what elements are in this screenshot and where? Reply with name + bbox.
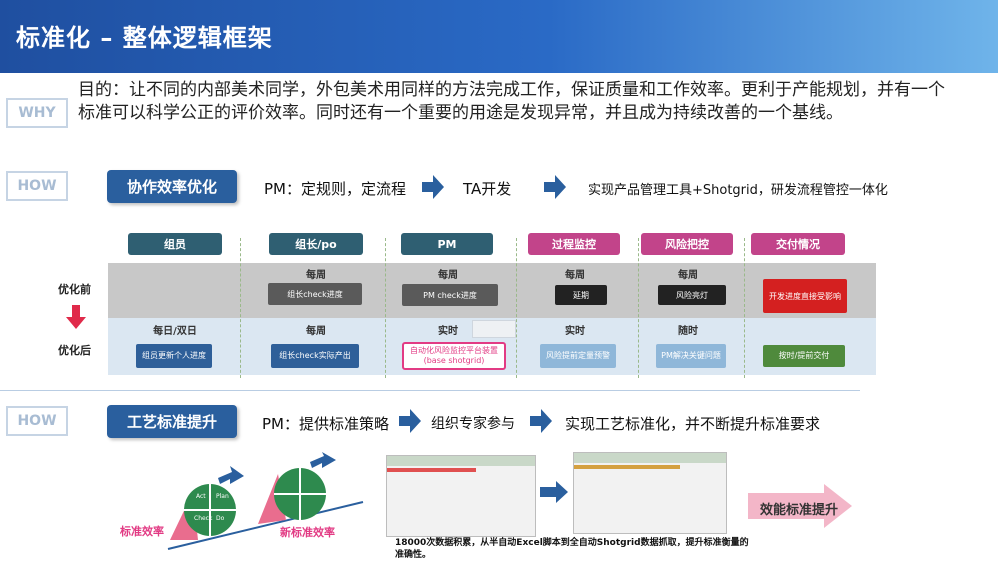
how1-step-1: PM：定规则，定流程 <box>264 180 406 198</box>
after-freq-lead: 每周 <box>306 326 326 337</box>
column-divider <box>744 238 745 378</box>
after-freq-pm: 实时 <box>438 326 458 337</box>
why-text: 目的：让不同的内部美术同学，外包美术用同样的方法完成工作，保证质量和工作效率。更… <box>78 80 945 123</box>
old-standard-label: 标准效率 <box>120 525 164 538</box>
how2-step-1: PM：提供标准策略 <box>262 415 389 433</box>
arrow-right-icon <box>399 409 421 433</box>
before-freq-risk: 每周 <box>678 270 698 281</box>
arrow-right-icon <box>544 175 566 199</box>
after-freq-risk: 随时 <box>678 326 698 337</box>
after-label: 优化后 <box>58 344 91 357</box>
arrow-right-icon <box>530 409 552 433</box>
shotgrid-screenshot <box>573 452 727 534</box>
page-title: 标准化 – 整体逻辑框架 <box>16 24 273 52</box>
how-tag-1: HOW <box>6 171 68 201</box>
header-delivery: 交付情况 <box>751 233 845 255</box>
arrow-down-icon <box>66 305 86 329</box>
header-member: 组员 <box>128 233 222 255</box>
before-freq-pm: 每周 <box>438 270 458 281</box>
before-pm-check: PM check进度 <box>402 284 498 306</box>
before-risk-light: 风险亮灯 <box>658 285 726 305</box>
inset-thumbnail <box>472 320 516 338</box>
before-delay: 延期 <box>555 285 607 305</box>
column-divider <box>240 238 241 378</box>
after-freq-member: 每日/双日 <box>153 326 197 337</box>
column-divider <box>385 238 386 378</box>
pdca-do: Do <box>216 515 225 522</box>
excel-screenshot <box>386 455 536 537</box>
pdca-plan: Plan <box>216 493 229 500</box>
how2-step-3: 实现工艺标准化，并不断提升标准要求 <box>565 415 821 433</box>
column-divider <box>516 238 517 378</box>
section-divider <box>0 390 860 391</box>
column-divider <box>638 238 639 378</box>
arrow-right-icon <box>540 481 568 503</box>
data-note: 18000次数据积累，从半自动Excel脚本到全自动Shotgrid数据抓取，提… <box>395 538 749 560</box>
after-lead-check: 组长check实际产出 <box>271 344 359 368</box>
after-risk-warning: 风险提前定量预警 <box>540 344 616 368</box>
how1-step-2: TA开发 <box>463 180 512 198</box>
before-lead-check: 组长check进度 <box>268 283 362 305</box>
before-freq-lead: 每周 <box>306 270 326 281</box>
how-tag-2: HOW <box>6 406 68 436</box>
after-pm-solve: PM解决关键问题 <box>656 344 726 368</box>
title-bar: 标准化 – 整体逻辑框架 <box>0 0 998 73</box>
pdca-check: Check <box>194 515 213 522</box>
header-risk-control: 风险把控 <box>641 233 733 255</box>
arrow-right-icon <box>422 175 444 199</box>
result-label: 效能标准提升 <box>760 503 839 518</box>
collab-efficiency-button[interactable]: 协作效率优化 <box>107 170 237 203</box>
pdca-act: Act <box>196 493 206 500</box>
header-pm: PM <box>401 233 493 255</box>
after-on-time-delivery: 按时/提前交付 <box>763 345 845 367</box>
why-tag: WHY <box>6 98 68 128</box>
how1-step-3: 实现产品管理工具+Shotgrid，研发流程管控一体化 <box>588 183 888 198</box>
header-lead: 组长/po <box>269 233 363 255</box>
before-freq-monitor: 每周 <box>565 270 585 281</box>
after-pm-platform: 自动化风险监控平台装置(base shotgrid) <box>402 342 506 370</box>
craft-standard-button[interactable]: 工艺标准提升 <box>107 405 237 438</box>
after-freq-monitor: 实时 <box>565 326 585 337</box>
header-process-monitor: 过程监控 <box>528 233 620 255</box>
before-delivery-impact: 开发进度直接受影响 <box>763 279 847 313</box>
before-label: 优化前 <box>58 283 91 296</box>
after-member-update: 组员更新个人进度 <box>136 344 212 368</box>
new-standard-label: 新标准效率 <box>280 526 335 539</box>
how2-step-2: 组织专家参与 <box>431 416 515 432</box>
